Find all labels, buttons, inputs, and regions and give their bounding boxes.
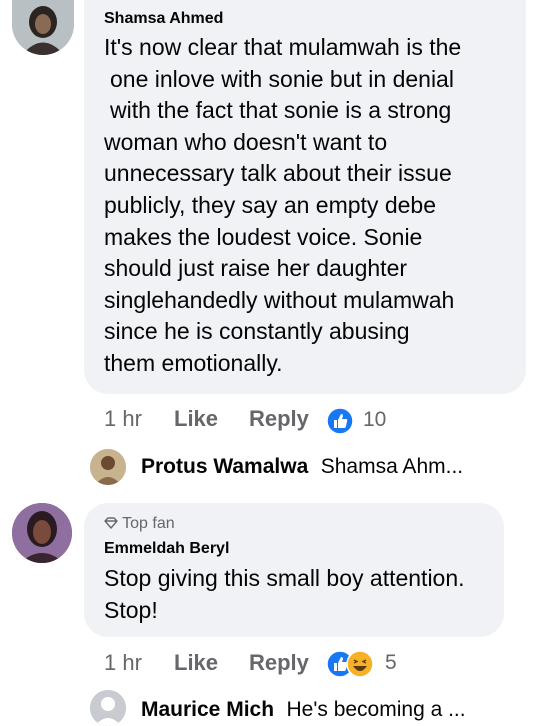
- comment-author[interactable]: Emmeldah Beryl: [104, 540, 229, 558]
- comment-line: since he is constantly abusing: [104, 318, 410, 345]
- avatar[interactable]: [12, 503, 72, 563]
- comment-line: with the fact that sonie is a strong: [110, 97, 452, 124]
- like-button[interactable]: Like: [174, 406, 218, 432]
- comment-line: publicly, they say an empty debe: [104, 191, 436, 218]
- like-icon: [326, 407, 354, 435]
- comment-line: Stop!: [104, 596, 158, 623]
- haha-icon: [346, 650, 374, 678]
- comment-line: unnecessary talk about their issue: [104, 160, 452, 187]
- comment-author[interactable]: Shamsa Ahmed: [104, 10, 223, 28]
- comment-line: should just raise her daughter: [104, 255, 408, 282]
- like-button[interactable]: Like: [174, 650, 218, 676]
- comment-timestamp: 1 hr: [104, 650, 142, 675]
- reply-button[interactable]: Reply: [249, 406, 309, 432]
- top-fan-badge: Top fan: [104, 515, 175, 533]
- reactions[interactable]: [326, 650, 376, 678]
- reply-author[interactable]: Maurice Mich: [141, 698, 274, 721]
- comment-timestamp: 1 hr: [104, 406, 142, 431]
- comment-line: It's now clear that mulamwah is the: [104, 34, 462, 60]
- reply-snippet: He's becoming a ...: [286, 698, 466, 721]
- comment-line: woman who doesn't want to: [104, 128, 388, 155]
- reply-preview[interactable]: Maurice Mich He's becoming a ...: [141, 698, 466, 722]
- comment-line: singlehandedly without mulamwah: [104, 286, 455, 313]
- reply-snippet: Shamsa Ahm...: [320, 455, 464, 478]
- diamond-icon: [104, 517, 118, 529]
- reaction-count[interactable]: 5: [385, 651, 397, 675]
- reply-preview[interactable]: Protus Wamalwa Shamsa Ahm...: [141, 455, 463, 479]
- comment-bubble: Shamsa Ahmed It's now clear that mulamwa…: [84, 0, 526, 394]
- avatar[interactable]: [12, 0, 74, 55]
- reply-avatar[interactable]: [90, 690, 126, 726]
- comment-text: Stop giving this small boy attention. St…: [104, 563, 504, 626]
- reply-avatar[interactable]: [90, 449, 126, 485]
- comment-line: them emotionally.: [104, 349, 283, 376]
- comment-line: Stop giving this small boy attention.: [104, 565, 465, 591]
- comment-line: one inlove with sonie but in denial: [110, 65, 454, 92]
- reaction-count[interactable]: 10: [363, 408, 386, 432]
- reply-button[interactable]: Reply: [249, 650, 309, 676]
- comment-line: makes the loudest voice. Sonie: [104, 223, 423, 250]
- comment-text: It's now clear that mulamwah is the one …: [104, 32, 524, 380]
- comment-bubble: Top fan Emmeldah Beryl Stop giving this …: [84, 503, 504, 637]
- reply-author[interactable]: Protus Wamalwa: [141, 455, 308, 478]
- badge-label: Top fan: [122, 515, 175, 532]
